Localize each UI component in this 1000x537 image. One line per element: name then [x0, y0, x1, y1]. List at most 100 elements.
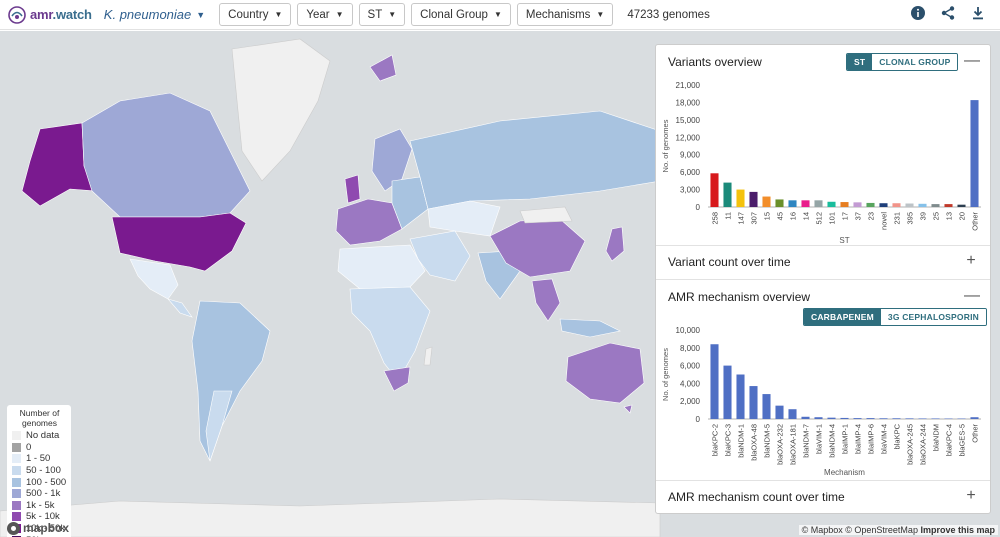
- st-filter-button[interactable]: ST ▼: [358, 3, 406, 26]
- bar-blaOXA-232[interactable]: [775, 405, 784, 419]
- bar-blaOXA-244[interactable]: [918, 418, 927, 419]
- amr-count-header[interactable]: AMR mechanism count over time +: [656, 480, 990, 514]
- app-name: amr.watch: [30, 7, 92, 22]
- map-region-russia[interactable]: [409, 110, 661, 210]
- bar-307[interactable]: [749, 191, 758, 207]
- map-region-central-america[interactable]: [167, 298, 193, 318]
- bar-blaOXA-181[interactable]: [788, 409, 797, 419]
- bar-14[interactable]: [801, 200, 810, 207]
- y-tick-label: 9,000: [680, 151, 701, 160]
- bar-blaKPC[interactable]: [892, 418, 901, 419]
- bar-20[interactable]: [957, 204, 966, 207]
- map-region-north-africa[interactable]: [337, 244, 426, 290]
- bar-39[interactable]: [918, 203, 927, 207]
- expand-icon[interactable]: +: [964, 253, 978, 269]
- bar-231[interactable]: [892, 203, 901, 207]
- x-tick-label: 25: [932, 212, 941, 220]
- country-filter-button[interactable]: Country ▼: [219, 3, 292, 26]
- bar-blaNDM-7[interactable]: [801, 416, 810, 419]
- download-icon[interactable]: [970, 5, 986, 21]
- toggle-st[interactable]: ST: [847, 54, 873, 70]
- legend-swatch: [12, 477, 21, 487]
- variants-bar-chart: 0 3,000 6,000 9,000 12,000 15,000 18,000 21,000…: [661, 81, 981, 245]
- toggle-carbapenem[interactable]: CARBAPENEM: [804, 309, 881, 325]
- bar-37[interactable]: [853, 202, 862, 207]
- bar-novel[interactable]: [879, 203, 888, 207]
- map-region-africa[interactable]: [349, 286, 431, 382]
- y-tick-label: 6,000: [680, 362, 701, 371]
- bar-blaIMP-4[interactable]: [853, 418, 862, 419]
- x-tick-label: blaOXA-245: [906, 424, 915, 465]
- bar-16[interactable]: [788, 200, 797, 207]
- bar-blaKPC-3[interactable]: [723, 365, 732, 419]
- map-region-australia[interactable]: [565, 342, 645, 404]
- app-logo[interactable]: amr.watch: [8, 5, 92, 24]
- legend-item: 500 - 1k: [12, 488, 67, 500]
- share-icon[interactable]: [940, 5, 956, 21]
- bar-23[interactable]: [866, 202, 875, 207]
- map-region-canada[interactable]: [81, 92, 251, 218]
- map-region-south-africa[interactable]: [383, 366, 411, 392]
- map-region-madagascar[interactable]: [423, 346, 433, 366]
- bar-blaNDM-1[interactable]: [736, 374, 745, 420]
- bar-blaKPC-2[interactable]: [710, 344, 719, 419]
- bar-13[interactable]: [944, 204, 953, 207]
- legend-item: 50 - 100: [12, 465, 67, 477]
- map-region-novaya-zemlya[interactable]: [369, 54, 397, 82]
- bar-258[interactable]: [710, 173, 719, 207]
- map-region-indonesia[interactable]: [559, 318, 621, 338]
- map-region-tasmania[interactable]: [623, 404, 633, 414]
- bar-101[interactable]: [827, 201, 836, 207]
- bar-blaVIM-4[interactable]: [879, 418, 888, 419]
- x-tick-label: blaKPC-3: [724, 424, 733, 456]
- year-filter-button[interactable]: Year ▼: [297, 3, 353, 26]
- map-region-mongolia[interactable]: [519, 206, 573, 224]
- legend-item: 1 - 50: [12, 453, 67, 465]
- bar-blaIMP-6[interactable]: [866, 418, 875, 419]
- expand-icon[interactable]: +: [964, 488, 978, 504]
- mechanisms-filter-button[interactable]: Mechanisms ▼: [516, 3, 614, 26]
- info-icon[interactable]: [910, 5, 926, 21]
- map-region-south-america[interactable]: [191, 300, 271, 462]
- toggle-clonal-group[interactable]: CLONAL GROUP: [872, 54, 958, 70]
- map-region-se-asia[interactable]: [531, 278, 561, 322]
- bar-Other[interactable]: [970, 100, 979, 207]
- legend-label: 1k - 5k: [26, 499, 55, 511]
- bar-Other[interactable]: [970, 417, 979, 419]
- bar-blaNDM[interactable]: [931, 418, 940, 419]
- bar-blaNDM-5[interactable]: [762, 394, 771, 419]
- clonal-group-filter-button[interactable]: Clonal Group ▼: [411, 3, 511, 26]
- bar-395[interactable]: [905, 203, 914, 207]
- bar-17[interactable]: [840, 202, 849, 207]
- mapbox-logo[interactable]: mapbox: [7, 521, 69, 535]
- map-region-japan[interactable]: [605, 226, 625, 262]
- chevron-down-icon: ▼: [274, 10, 283, 19]
- bar-blaVIM-1[interactable]: [814, 417, 823, 419]
- y-tick-label: 18,000: [676, 98, 701, 107]
- map-region-greenland[interactable]: [231, 38, 331, 182]
- amr-toggle: CARBAPENEM 3G CEPHALOSPORIN: [803, 308, 987, 326]
- bar-blaIMP-1[interactable]: [840, 417, 849, 419]
- map-region-mexico[interactable]: [129, 258, 179, 300]
- toggle-3g-cephalosporin[interactable]: 3G CEPHALOSPORIN: [880, 309, 986, 325]
- bar-512[interactable]: [814, 200, 823, 207]
- bar-11[interactable]: [723, 182, 732, 207]
- x-tick-label: Other: [971, 212, 980, 231]
- bar-147[interactable]: [736, 189, 745, 207]
- map-region-uk[interactable]: [344, 174, 361, 204]
- x-tick-label: 17: [841, 212, 850, 220]
- map-region-europe-west[interactable]: [335, 198, 403, 246]
- bar-45[interactable]: [775, 199, 784, 207]
- bar-blaOXA-245[interactable]: [905, 418, 914, 419]
- bar-25[interactable]: [931, 204, 940, 207]
- bar-blaNDM-4[interactable]: [827, 417, 836, 419]
- variant-count-header[interactable]: Variant count over time +: [656, 245, 990, 279]
- improve-map-link[interactable]: Improve this map: [920, 525, 995, 535]
- collapse-icon[interactable]: —: [964, 288, 980, 304]
- organism-selector[interactable]: K. pneumoniae ▼: [104, 7, 205, 22]
- collapse-icon[interactable]: —: [964, 53, 980, 69]
- map-region-antarctica[interactable]: [0, 498, 661, 537]
- bar-blaOXA-48[interactable]: [749, 386, 758, 419]
- bar-15[interactable]: [762, 196, 771, 207]
- filter-bar: Country ▼ Year ▼ ST ▼ Clonal Group ▼ Mechani…: [213, 3, 614, 26]
